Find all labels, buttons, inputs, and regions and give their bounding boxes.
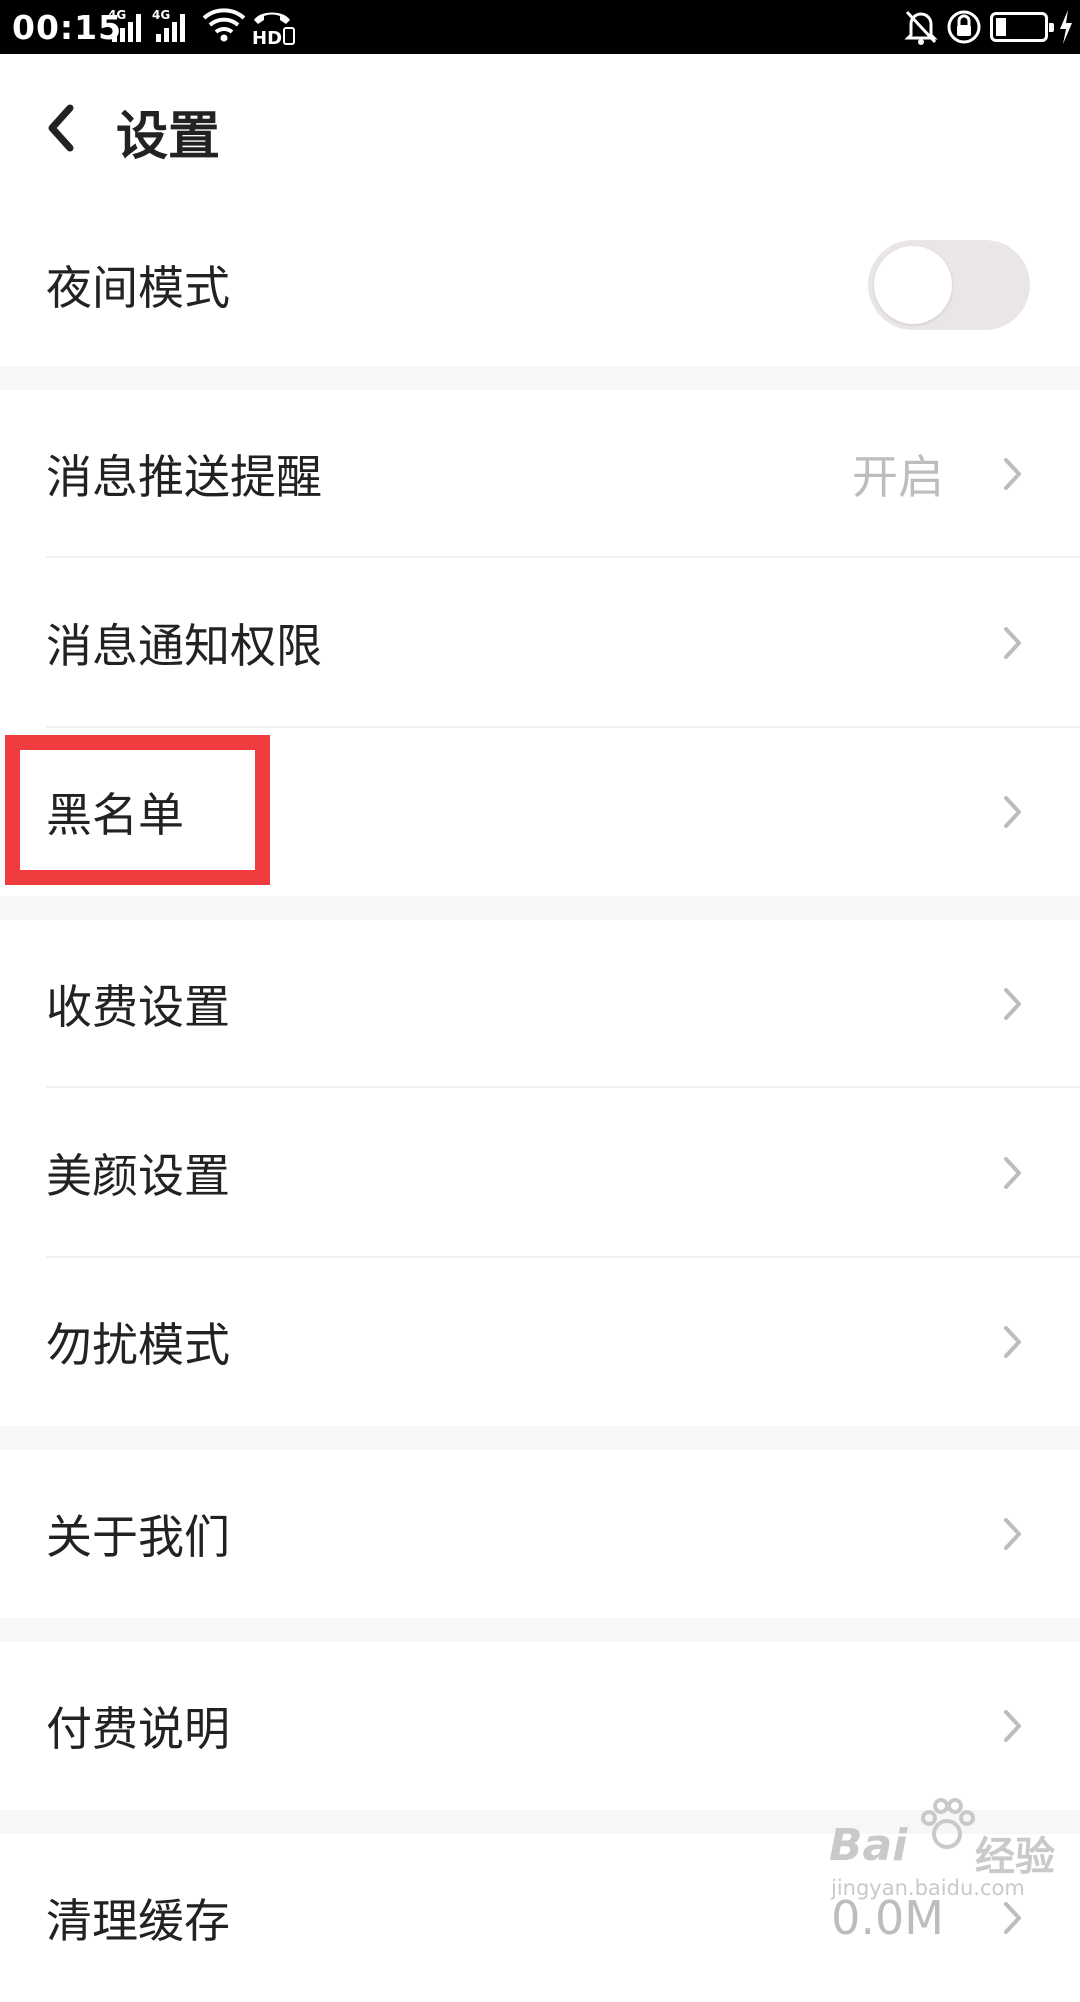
status-time: 00:15 xyxy=(12,8,123,47)
battery-charging-icon xyxy=(990,12,1054,42)
wifi-icon xyxy=(202,8,246,42)
row-label: 收费设置 xyxy=(46,980,230,1034)
row-value: 0.0M xyxy=(831,1891,944,1945)
setting-blacklist[interactable]: 黑名单 xyxy=(0,728,1080,896)
setting-night-mode: 夜间模式 xyxy=(0,204,1080,366)
setting-payment-info[interactable]: 付费说明 xyxy=(0,1642,1080,1810)
row-value: 开启 xyxy=(852,450,944,504)
setting-do-not-disturb[interactable]: 勿扰模式 xyxy=(0,1258,1080,1426)
chevron-right-icon xyxy=(1004,1710,1021,1742)
row-label: 清理缓存 xyxy=(46,1894,230,1948)
chevron-left-icon[interactable] xyxy=(40,98,84,158)
signal-4g-icon: 4G xyxy=(108,8,150,42)
status-bar: 00:15 4G 4G HD xyxy=(0,0,1080,54)
hd-call-icon: HD xyxy=(252,12,295,46)
chevron-right-icon xyxy=(1004,627,1021,659)
row-label: 付费说明 xyxy=(46,1702,230,1756)
toggle-knob xyxy=(874,246,952,324)
rotation-lock-icon xyxy=(947,10,981,44)
charging-bolt-icon xyxy=(1060,10,1072,44)
setting-beauty[interactable]: 美颜设置 xyxy=(0,1088,1080,1258)
header: 设置 xyxy=(0,54,1080,204)
row-label: 勿扰模式 xyxy=(46,1318,230,1372)
setting-charge[interactable]: 收费设置 xyxy=(0,920,1080,1088)
chevron-right-icon xyxy=(1004,458,1021,490)
section-gap xyxy=(0,1618,1080,1642)
row-label: 夜间模式 xyxy=(46,261,230,315)
row-label: 关于我们 xyxy=(46,1510,230,1564)
chevron-right-icon xyxy=(1004,1902,1021,1934)
chevron-right-icon xyxy=(1004,988,1021,1020)
svg-text:HD: HD xyxy=(252,28,282,46)
section-gap xyxy=(0,366,1080,390)
chevron-right-icon xyxy=(1004,1157,1021,1189)
setting-push-reminder[interactable]: 消息推送提醒 开启 xyxy=(0,390,1080,558)
row-label: 消息通知权限 xyxy=(46,619,322,673)
row-label: 黑名单 xyxy=(46,788,184,842)
section-gap xyxy=(0,1426,1080,1450)
setting-clear-cache[interactable]: 清理缓存 0.0M xyxy=(0,1834,1080,2002)
setting-notification-permission[interactable]: 消息通知权限 xyxy=(0,558,1080,728)
row-label: 美颜设置 xyxy=(46,1149,230,1203)
night-mode-toggle[interactable] xyxy=(868,240,1030,330)
chevron-right-icon xyxy=(1004,1326,1021,1358)
bell-off-icon xyxy=(904,10,938,45)
signal-4g-icon: 4G xyxy=(152,8,194,42)
section-gap xyxy=(0,1810,1080,1834)
setting-about-us[interactable]: 关于我们 xyxy=(0,1450,1080,1618)
row-label: 消息推送提醒 xyxy=(46,450,322,504)
section-gap xyxy=(0,896,1080,920)
page-title: 设置 xyxy=(116,107,221,167)
chevron-right-icon xyxy=(1004,796,1021,828)
chevron-right-icon xyxy=(1004,1518,1021,1550)
